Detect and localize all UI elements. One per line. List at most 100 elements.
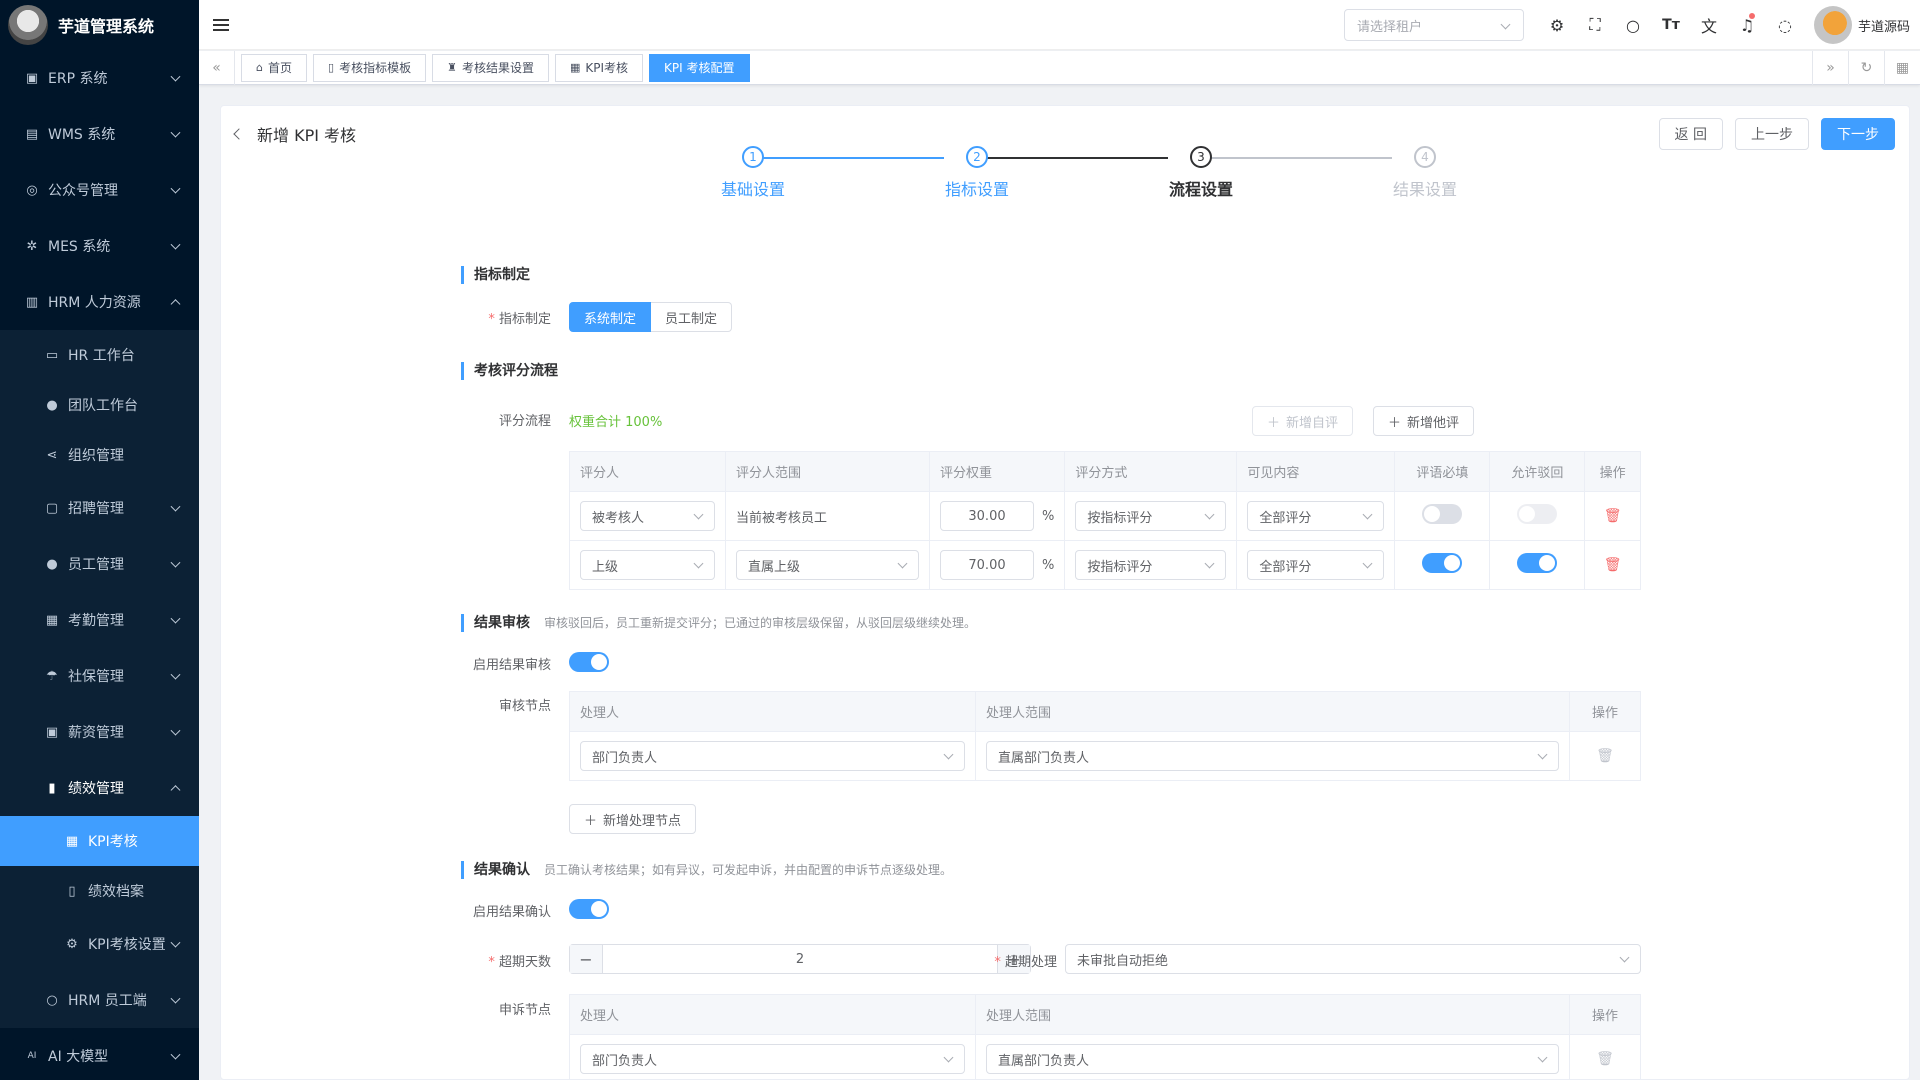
sidebar-item-employee[interactable]: ● 员工管理	[0, 536, 199, 592]
col-scorer: 评分人	[569, 451, 726, 492]
comment-required-switch[interactable]	[1422, 553, 1463, 573]
logo-image	[8, 5, 48, 45]
tag-indicator-template[interactable]: ▯ 考核指标模板	[313, 53, 427, 82]
settings-icon[interactable]: ⚙	[1538, 0, 1576, 50]
option-system[interactable]: 系统制定	[569, 302, 652, 332]
method-select[interactable]: 按指标评分	[1075, 550, 1227, 580]
bell-icon[interactable]: ♫	[1728, 0, 1766, 50]
app-root: 芋道管理系统 ▣ ERP 系统 ▤ WMS 系统 ◎ 公众号管理 ✲ MES 系统 ▥ H…	[0, 0, 1920, 1080]
add-other-review-button[interactable]: ＋ 新增他评	[1373, 406, 1475, 436]
table-header-row: 处理人 处理人范围 操作	[569, 994, 1641, 1035]
tags-scroll-left-icon[interactable]: «	[199, 50, 235, 85]
step-process: 3 流程设置	[1141, 146, 1261, 200]
section-title: 结果确认 员工确认考核结果；如有异议，可发起申诉，并由配置的申诉节点逐级处理。	[461, 861, 1661, 879]
sidebar-item-attendance[interactable]: ▦ 考勤管理	[0, 592, 199, 648]
prev-step-button[interactable]: 上一步	[1735, 118, 1809, 150]
app-logo[interactable]: 芋道管理系统	[0, 0, 199, 50]
visible-select[interactable]: 全部评分	[1247, 501, 1385, 531]
next-step-button[interactable]: 下一步	[1821, 118, 1895, 150]
sidebar-item-recruit[interactable]: ▢ 招聘管理	[0, 480, 199, 536]
sidebar-item-ai[interactable]: AI AI 大模型	[0, 1028, 199, 1080]
tag-kpi-config[interactable]: KPI 考核配置	[649, 53, 750, 82]
plus-icon: ＋	[1267, 415, 1281, 431]
sidebar-item-social[interactable]: ☂ 社保管理	[0, 648, 199, 704]
handler-range-select[interactable]: 直属部门负责人	[986, 1044, 1559, 1074]
steps-indicator: 1 基础设置 2 指标设置 3 流程设置 4 结果设置	[691, 146, 1457, 206]
avatar[interactable]	[1813, 6, 1852, 44]
sidebar-item-org[interactable]: ⋖ 组织管理	[0, 430, 199, 480]
back-chevron-icon[interactable]	[233, 128, 245, 140]
enable-review-switch[interactable]	[569, 652, 609, 672]
sidebar-item-mes[interactable]: ✲ MES 系统	[0, 218, 199, 274]
sidebar-item-hrm[interactable]: ▥ HRM 人力资源	[0, 274, 199, 330]
tags-scroll-right-icon[interactable]: »	[1812, 51, 1848, 85]
col-actions: 操作	[1569, 994, 1641, 1035]
sidebar-item-performance[interactable]: ▮ 绩效管理	[0, 760, 199, 816]
header-buttons: 返 回 上一步 下一步	[1647, 118, 1895, 150]
umbrella-icon: ☂	[46, 668, 58, 684]
username[interactable]: 芋道源码	[1858, 16, 1910, 35]
scorer-select[interactable]: 上级	[580, 550, 715, 580]
grid-icon[interactable]: ▦	[1884, 51, 1920, 85]
menu-toggle-icon[interactable]	[213, 18, 229, 31]
tenant-placeholder: 请选择租户	[1356, 19, 1422, 35]
trash-icon[interactable]: 🗑	[1604, 557, 1622, 573]
visible-select[interactable]: 全部评分	[1247, 550, 1385, 580]
sidebar-item-mp[interactable]: ◎ 公众号管理	[0, 162, 199, 218]
comment-required-switch[interactable]	[1422, 504, 1463, 524]
tag-result-settings[interactable]: ♜ 考核结果设置	[432, 53, 549, 82]
scorer-range-select[interactable]: 直属上级	[736, 550, 919, 580]
message-icon[interactable]: ◌	[1766, 0, 1804, 50]
select-value: 直属部门负责人	[998, 1053, 1090, 1069]
tenant-select[interactable]: 请选择租户	[1343, 9, 1524, 41]
enable-confirm-switch[interactable]	[569, 899, 609, 919]
tag-kpi[interactable]: ▦ KPI考核	[554, 53, 644, 82]
weight-input[interactable]: 30.00	[940, 501, 1034, 531]
sidebar-item-salary[interactable]: ▣ 薪资管理	[0, 704, 199, 760]
weight-input[interactable]: 70.00	[940, 550, 1034, 580]
table-header-row: 处理人 处理人范围 操作	[569, 691, 1641, 732]
refresh-icon[interactable]: ↻	[1848, 51, 1884, 85]
handler-select[interactable]: 部门负责人	[580, 1044, 965, 1074]
translate-icon[interactable]: 文	[1690, 0, 1728, 50]
sidebar-item-kpi-settings[interactable]: ⚙ KPI考核设置	[0, 916, 199, 972]
font-size-icon[interactable]: Tт	[1652, 0, 1690, 50]
add-handler-node-button[interactable]: ＋ 新增处理节点	[569, 804, 697, 834]
method-select[interactable]: 按指标评分	[1075, 501, 1227, 531]
allow-reject-switch[interactable]	[1517, 553, 1558, 573]
select-value: 未审批自动拒绝	[1077, 953, 1169, 969]
sidebar-item-wms[interactable]: ▤ WMS 系统	[0, 106, 199, 162]
sidebar-item-label: 员工管理	[68, 557, 124, 573]
scorer-select[interactable]: 被考核人	[580, 501, 715, 531]
sidebar-item-team-workbench[interactable]: ● 团队工作台	[0, 380, 199, 430]
back-button[interactable]: 返 回	[1658, 118, 1723, 150]
handler-range-select[interactable]: 直属部门负责人	[986, 741, 1559, 771]
review-node-label: 审核节点	[498, 699, 551, 714]
notification-dot	[1748, 13, 1755, 19]
search-icon[interactable]: ○	[1614, 0, 1652, 50]
table-row: 部门负责人 直属部门负责人 🗑	[569, 731, 1641, 781]
select-value: 直属上级	[748, 559, 801, 575]
col-allow-reject: 允许驳回	[1489, 451, 1586, 492]
stepper-value[interactable]: 2	[602, 945, 998, 973]
step-basic: 1 基础设置	[693, 146, 813, 200]
sidebar-item-hr-workbench[interactable]: ▭ HR 工作台	[0, 330, 199, 380]
app-title: 芋道管理系统	[58, 17, 155, 36]
chevron-down-icon	[170, 725, 181, 736]
section-description: 员工确认考核结果；如有异议，可发起申诉，并由配置的申诉节点逐级处理。	[544, 863, 953, 877]
overdue-handling-select[interactable]: 未审批自动拒绝	[1065, 944, 1641, 974]
tag-home[interactable]: ⌂ 首页	[241, 53, 307, 82]
fullscreen-icon[interactable]: ⛶	[1576, 0, 1614, 50]
allow-reject-switch[interactable]	[1517, 504, 1558, 524]
sidebar-item-kpi[interactable]: ▦ KPI考核	[0, 816, 199, 866]
sidebar-item-perf-archive[interactable]: ▯ 绩效档案	[0, 866, 199, 916]
minus-icon[interactable]: −	[570, 945, 602, 973]
trash-icon[interactable]: 🗑	[1604, 508, 1622, 524]
sidebar-item-hrm-employee[interactable]: ○ HRM 员工端	[0, 972, 199, 1028]
sidebar-item-erp[interactable]: ▣ ERP 系统	[0, 50, 199, 106]
handler-select[interactable]: 部门负责人	[580, 741, 965, 771]
chevron-down-icon	[170, 501, 181, 512]
add-self-review-button[interactable]: ＋ 新增自评	[1252, 406, 1354, 436]
tags-view: « ⌂ 首页 ▯ 考核指标模板 ♜ 考核结果设置 ▦ KPI考核 KPI 考核配置 » …	[199, 50, 1920, 85]
option-staff[interactable]: 员工制定	[651, 302, 733, 332]
